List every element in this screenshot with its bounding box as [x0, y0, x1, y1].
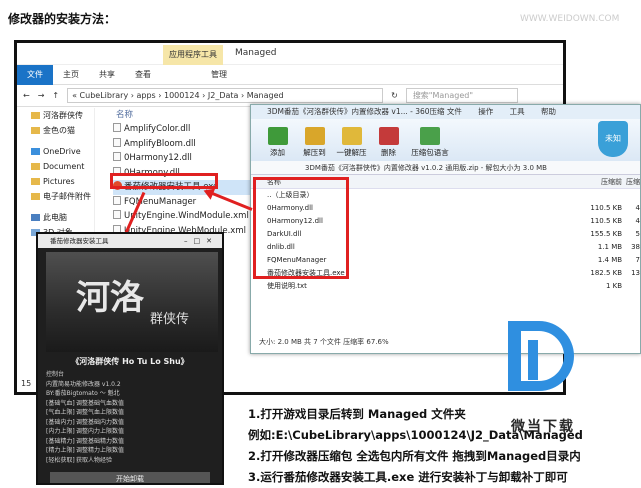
add-button[interactable]: 添加 — [259, 127, 296, 161]
archive-toolbar: 添加 解压到 一键解压 删除 压缩包语言 未知 — [251, 119, 640, 161]
sidebar-item[interactable]: 此电脑 — [17, 210, 94, 225]
column-original-size[interactable]: 压缩前 — [538, 175, 622, 188]
menu-file[interactable]: 文件 — [447, 107, 462, 116]
installer-title: 番茄修改器安装工具 — [50, 237, 109, 245]
log-line: 控制台 — [46, 371, 65, 378]
menu-tools[interactable]: 工具 — [510, 107, 525, 116]
shield-icon[interactable]: 未知 — [598, 121, 628, 157]
log-line: [基础内力]调整基础内力数值 — [46, 418, 125, 426]
step-1: 1.打开游戏目录后转到 Managed 文件夹 — [248, 407, 466, 421]
console-log: 控制台 内置简易功能修改器 v1.0.2 BY:番茄Bigtomato ～ 魁北… — [46, 370, 218, 464]
extract-to-button[interactable]: 解压到 — [296, 127, 333, 161]
delete-icon — [378, 127, 399, 145]
archive-title: 3DM番茄《河洛群侠传》内置修改器 v1... - 360压缩 — [267, 107, 445, 116]
installer-window: 番茄修改器安装工具 –□✕ 河洛 群侠传 《河洛群侠传 Ho Tu Lo Shu… — [36, 232, 224, 485]
up-arrow-icon[interactable]: ↑ — [52, 91, 59, 100]
sidebar-item[interactable]: Document — [17, 159, 94, 174]
highlight-installer-exe — [110, 173, 218, 189]
installer-titlebar: 番茄修改器安装工具 –□✕ — [38, 234, 222, 248]
folder-icon — [31, 112, 40, 119]
dll-file-icon — [113, 152, 121, 161]
one-click-extract-button[interactable]: 一键解压 — [333, 127, 370, 161]
extract-all-icon — [341, 127, 362, 145]
folder-icon — [31, 127, 40, 134]
list-item[interactable]: AmplifyColor.dll — [113, 122, 273, 137]
log-line: [精力上限]调整精力上限数值 — [46, 447, 125, 454]
log-line: 内置简易功能修改器 v1.0.2 — [46, 380, 121, 388]
watermark-url: WWW.WEIDOWN.COM — [520, 14, 620, 24]
start-uninstall-button[interactable]: 开始卸载 — [50, 472, 210, 483]
banner-logo: 河洛 — [76, 278, 144, 318]
search-input[interactable]: 搜索"Managed" — [405, 88, 518, 103]
archive-path[interactable]: 3DM番茄《河洛群侠传》内置修改器 v1.0.2 通用版.zip - 解包大小为… — [251, 161, 640, 175]
xml-file-icon — [113, 210, 121, 219]
archive-titlebar: 3DM番茄《河洛群侠传》内置修改器 v1... - 360压缩 文件 操作 工具… — [251, 105, 640, 119]
sidebar-item[interactable]: 金色の猫 — [17, 123, 94, 138]
log-line: [基础精力]调整基础精力数值 — [46, 437, 125, 445]
tab-manage[interactable]: 管理 — [201, 65, 237, 85]
game-banner: 河洛 群侠传 — [46, 252, 218, 352]
highlight-archive-files — [253, 177, 349, 279]
instruction-steps: 1.打开游戏目录后转到 Managed 文件夹 例如:E:\CubeLibrar… — [248, 404, 583, 488]
archive-language-button[interactable]: 压缩包语言 — [407, 127, 453, 161]
refresh-icon[interactable]: ↻ — [391, 91, 398, 100]
file-icon — [113, 195, 121, 205]
explorer-titlebar: 应用程序工具 Managed — [17, 43, 563, 65]
log-line: [轻松获取]获取人物经验 — [46, 456, 113, 464]
extract-icon — [304, 127, 325, 145]
dll-file-icon — [113, 137, 121, 147]
forward-arrow-icon[interactable]: → — [38, 91, 45, 100]
archive-menu: 文件 操作 工具 帮助 — [433, 105, 556, 119]
log-line: [气血上限]调整气血上限数值 — [46, 409, 125, 416]
window-controls[interactable]: –□✕ — [184, 234, 218, 248]
tab-view[interactable]: 查看 — [125, 65, 161, 85]
game-title: 《河洛群侠传 Ho Tu Lo Shu》 — [71, 357, 189, 366]
language-icon — [420, 127, 440, 145]
sidebar-item[interactable]: 河洛群侠传 — [17, 108, 94, 123]
table-row[interactable]: 使用说明.txt 1 KB — [251, 280, 640, 293]
delete-button[interactable]: 删除 — [370, 127, 407, 161]
sidebar-item[interactable]: 电子邮件附件 — [17, 189, 94, 204]
folder-icon — [31, 163, 40, 170]
computer-icon — [31, 214, 40, 221]
tab-home[interactable]: 主页 — [53, 65, 89, 85]
folder-icon — [31, 193, 40, 200]
log-line: [基础气血]调整基础气血数值 — [46, 399, 125, 407]
page-heading: 修改器的安装方法： — [8, 12, 117, 26]
column-header-name[interactable]: 名称 — [113, 108, 273, 122]
back-arrow-icon[interactable]: ← — [23, 91, 30, 100]
menu-operate[interactable]: 操作 — [478, 107, 493, 116]
dll-file-icon — [113, 123, 121, 132]
folder-icon — [31, 178, 40, 185]
weidown-logo-bar — [528, 340, 538, 380]
column-compressed-size[interactable]: 压缩后 — [622, 175, 640, 188]
tab-file[interactable]: 文件 — [17, 64, 53, 85]
log-line: BY:番茄Bigtomato ～ 魁北 — [46, 390, 120, 397]
explorer-title: Managed — [235, 48, 277, 58]
add-icon — [267, 127, 288, 145]
breadcrumb[interactable]: « CubeLibrary › apps › 1000124 › J2_Data… — [67, 88, 384, 103]
ribbon-tabs: 文件 主页 共享 查看 管理 — [17, 64, 563, 85]
log-line: [内力上限]调整内力上限数值 — [46, 428, 125, 435]
list-item[interactable]: AmplifyBloom.dll — [113, 137, 273, 152]
cloud-icon — [31, 148, 40, 155]
step-example: 例如:E:\CubeLibrary\apps\1000124\J2_Data\M… — [248, 428, 583, 442]
status-item-count: 15 — [21, 379, 32, 388]
tab-share[interactable]: 共享 — [89, 65, 125, 85]
app-tools-tab[interactable]: 应用程序工具 — [163, 45, 223, 65]
archive-status: 大小: 2.0 MB 共 7 个文件 压缩率 67.6% — [259, 338, 389, 346]
banner-logo-sub: 群侠传 — [150, 312, 190, 327]
step-2: 2.打开修改器压缩包 全选包内所有文件 拖拽到Managed目录内 — [248, 449, 581, 463]
menu-help[interactable]: 帮助 — [541, 107, 556, 116]
list-item[interactable]: 0Harmony12.dll — [113, 151, 273, 166]
sidebar-item[interactable]: Pictures — [17, 174, 94, 189]
sidebar-item[interactable]: OneDrive — [17, 144, 94, 159]
